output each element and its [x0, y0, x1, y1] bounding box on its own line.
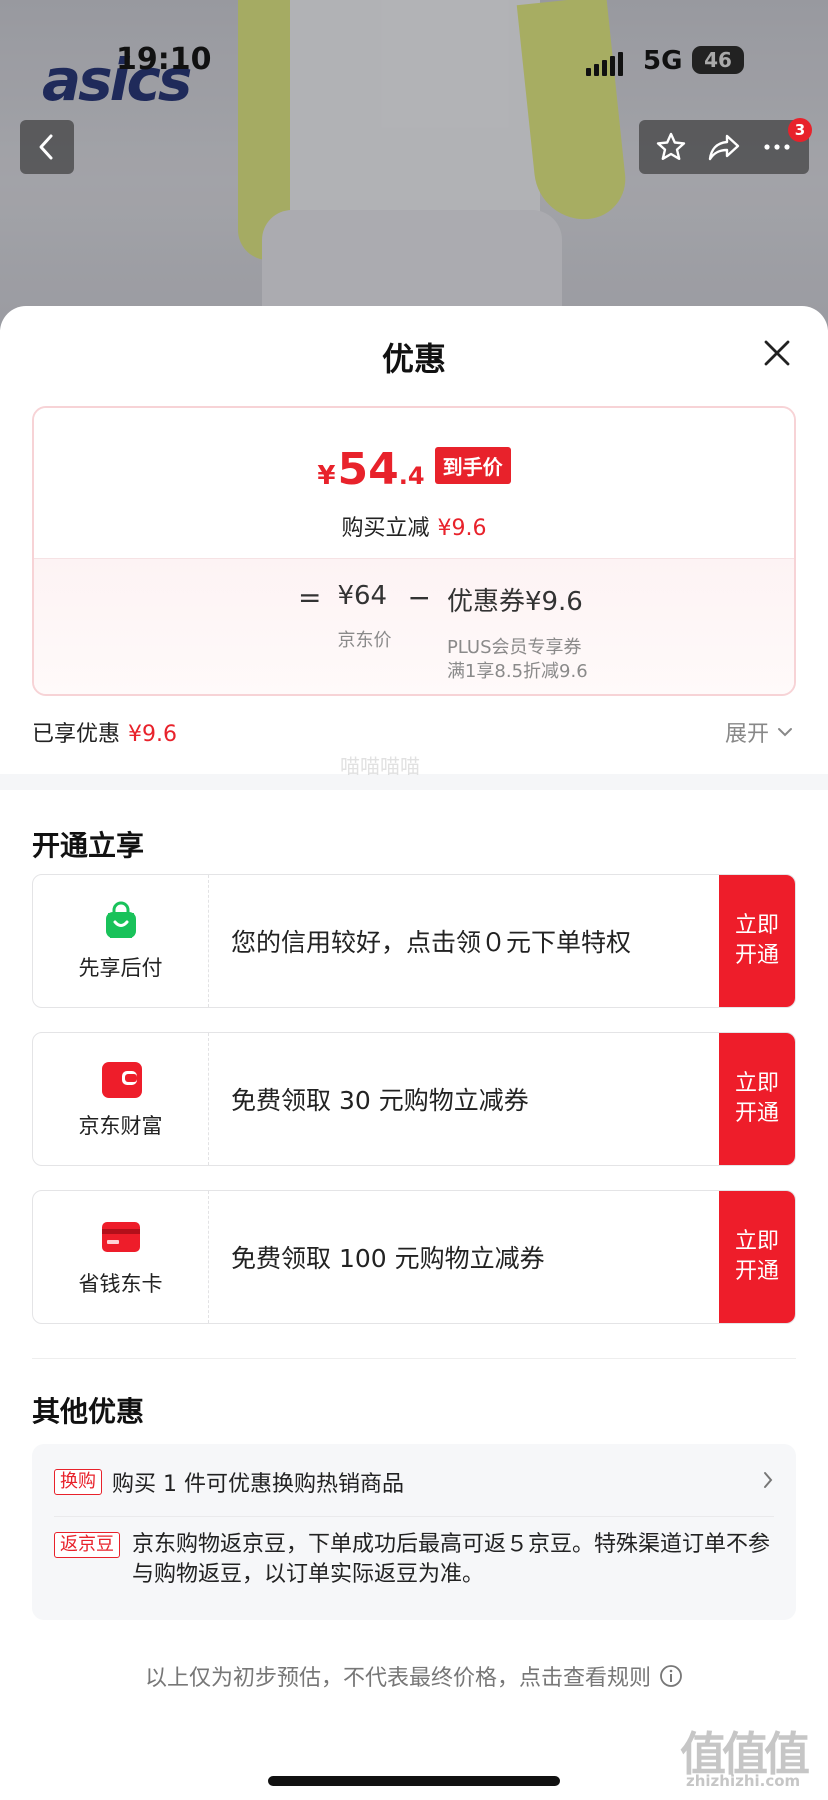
benefit-brand: 先享后付 — [33, 875, 209, 1007]
base-price: ¥64 — [337, 581, 388, 611]
watermark-text: 喵喵喵喵 — [340, 754, 420, 778]
enjoyed-label: 已享优惠 — [32, 722, 121, 747]
base-price-label: 京东价 — [337, 630, 392, 651]
trade-in-offer[interactable]: 换购 购买 1 件可优惠换购热销商品 — [54, 1466, 404, 1498]
coupon-col: 优惠券¥9.6 PLUS会员专享券 满1享8.5折减9.6 — [447, 581, 588, 684]
close-icon[interactable] — [760, 336, 794, 370]
benefit-desc: 您的信用较好，点击领０元下单特权 — [231, 928, 632, 957]
note-text: 以上仅为初步预估，不代表最终价格，点击查看规则 — [144, 1666, 651, 1691]
benefit-brand: 省钱东卡 — [33, 1191, 209, 1323]
watermark-url: zhizhizhi.com — [686, 1772, 801, 1790]
reduce-amount: ¥9.6 — [437, 516, 487, 541]
other-offers: 换购 购买 1 件可优惠换购热销商品 返京豆 京东购物返京豆，下单成功后最高可返… — [32, 1444, 796, 1620]
card-icon — [101, 1222, 140, 1252]
price-summary: ¥ 54 .4 到手价 购买立减 ¥9.6 — [34, 408, 794, 558]
price-decimal: .4 — [398, 462, 425, 490]
enjoyed-amount: ¥9.6 — [128, 722, 177, 747]
benefit-label: 省钱东卡 — [78, 1272, 163, 1296]
reduce-label: 购买立减 — [341, 516, 430, 541]
chevron-down-icon — [778, 728, 793, 737]
benefit-card-jd-wealth[interactable]: 京东财富 免费领取 30 元购物立减券 立即开通 — [32, 1032, 796, 1166]
enjoyed-discount: 已享优惠 ¥9.6 — [32, 716, 177, 748]
price-formula: = ¥64 京东价 − 优惠券¥9.6 PLUS会员专享券 满1享8.5折减9.6 — [298, 581, 588, 684]
instant-reduce: 购买立减 ¥9.6 — [34, 510, 794, 542]
currency-symbol: ¥ — [317, 461, 336, 491]
coupon-desc-line-2: 满1享8.5折减9.6 — [446, 661, 588, 682]
back-button[interactable] — [20, 120, 74, 174]
status-time: 19:10 — [116, 42, 212, 77]
price-integer: 54 — [337, 444, 399, 495]
minus-sign: − — [407, 581, 431, 614]
open-now-button[interactable]: 立即开通 — [719, 1191, 795, 1323]
jd-beans-offer: 返京豆 京东购物返京豆，下单成功后最高可返５京豆。特殊渠道订单不参与购物返豆，以… — [54, 1530, 774, 1590]
estimate-note[interactable]: 以上仅为初步预估，不代表最终价格，点击查看规则 — [0, 1660, 828, 1692]
nav-actions — [639, 120, 809, 174]
chevron-left-icon — [39, 134, 53, 160]
sheet-title: 优惠 — [381, 340, 446, 378]
price-breakdown: = ¥64 京东价 − 优惠券¥9.6 PLUS会员专享券 满1享8.5折减9.6 — [34, 558, 794, 694]
offer-tag: 换购 — [54, 1469, 102, 1495]
benefit-label: 京东财富 — [78, 1114, 163, 1138]
price-card: ¥ 54 .4 到手价 购买立减 ¥9.6 = ¥64 京东价 − 优惠券¥9.6… — [32, 406, 796, 696]
coupon-amount: 优惠券¥9.6 — [446, 587, 583, 617]
other-section-title: 其他优惠 — [32, 1395, 145, 1428]
share-icon[interactable] — [707, 131, 741, 163]
benefit-card-pay-later[interactable]: 先享后付 您的信用较好，点击领０元下单特权 立即开通 — [32, 874, 796, 1008]
expand-button[interactable]: 展开 — [725, 716, 793, 748]
notification-badge: 3 — [788, 118, 812, 142]
coupon-desc: PLUS会员专享券 满1享8.5折减9.6 — [447, 636, 588, 684]
benefit-label: 先享后付 — [78, 956, 163, 980]
chevron-right-icon[interactable] — [762, 1470, 774, 1490]
open-now-button[interactable]: 立即开通 — [719, 1033, 795, 1165]
offer-text: 京东购物返京豆，下单成功后最高可返５京豆。特殊渠道订单不参与购物返豆，以订单实际… — [132, 1532, 771, 1587]
section-separator — [32, 1358, 796, 1359]
offer-tag: 返京豆 — [54, 1532, 120, 1558]
row-divider — [54, 1516, 774, 1517]
wallet-icon — [101, 1062, 142, 1098]
offer-text: 购买 1 件可优惠换购热销商品 — [112, 1472, 404, 1497]
star-icon[interactable] — [655, 131, 687, 163]
base-price-col: ¥64 京东价 — [337, 581, 391, 653]
expand-label: 展开 — [725, 722, 770, 747]
info-icon — [660, 1665, 682, 1687]
coupon-desc-line-1: PLUS会员专享券 — [446, 637, 582, 658]
final-price-tag: 到手价 — [434, 447, 511, 484]
equals-sign: = — [298, 581, 322, 614]
benefit-card-savings-card[interactable]: 省钱东卡 免费领取 100 元购物立减券 立即开通 — [32, 1190, 796, 1324]
battery-icon: 46 — [692, 46, 744, 74]
benefit-brand: 京东财富 — [33, 1033, 209, 1165]
open-section-title: 开通立享 — [32, 829, 145, 862]
shopping-bag-icon — [105, 901, 136, 938]
open-now-button[interactable]: 立即开通 — [719, 875, 795, 1007]
benefit-desc: 免费领取 30 元购物立减券 — [231, 1086, 529, 1115]
benefit-desc: 免费领取 100 元购物立减券 — [231, 1244, 545, 1273]
signal-icon — [586, 52, 623, 76]
final-price: ¥ 54 .4 到手价 — [34, 444, 794, 495]
discount-sheet: 优惠 ¥ 54 .4 到手价 购买立减 ¥9.6 = ¥64 京东价 − 优惠券… — [0, 306, 828, 1800]
network-label: 5G — [643, 46, 683, 76]
home-indicator[interactable] — [268, 1776, 560, 1786]
more-icon[interactable] — [761, 131, 793, 163]
